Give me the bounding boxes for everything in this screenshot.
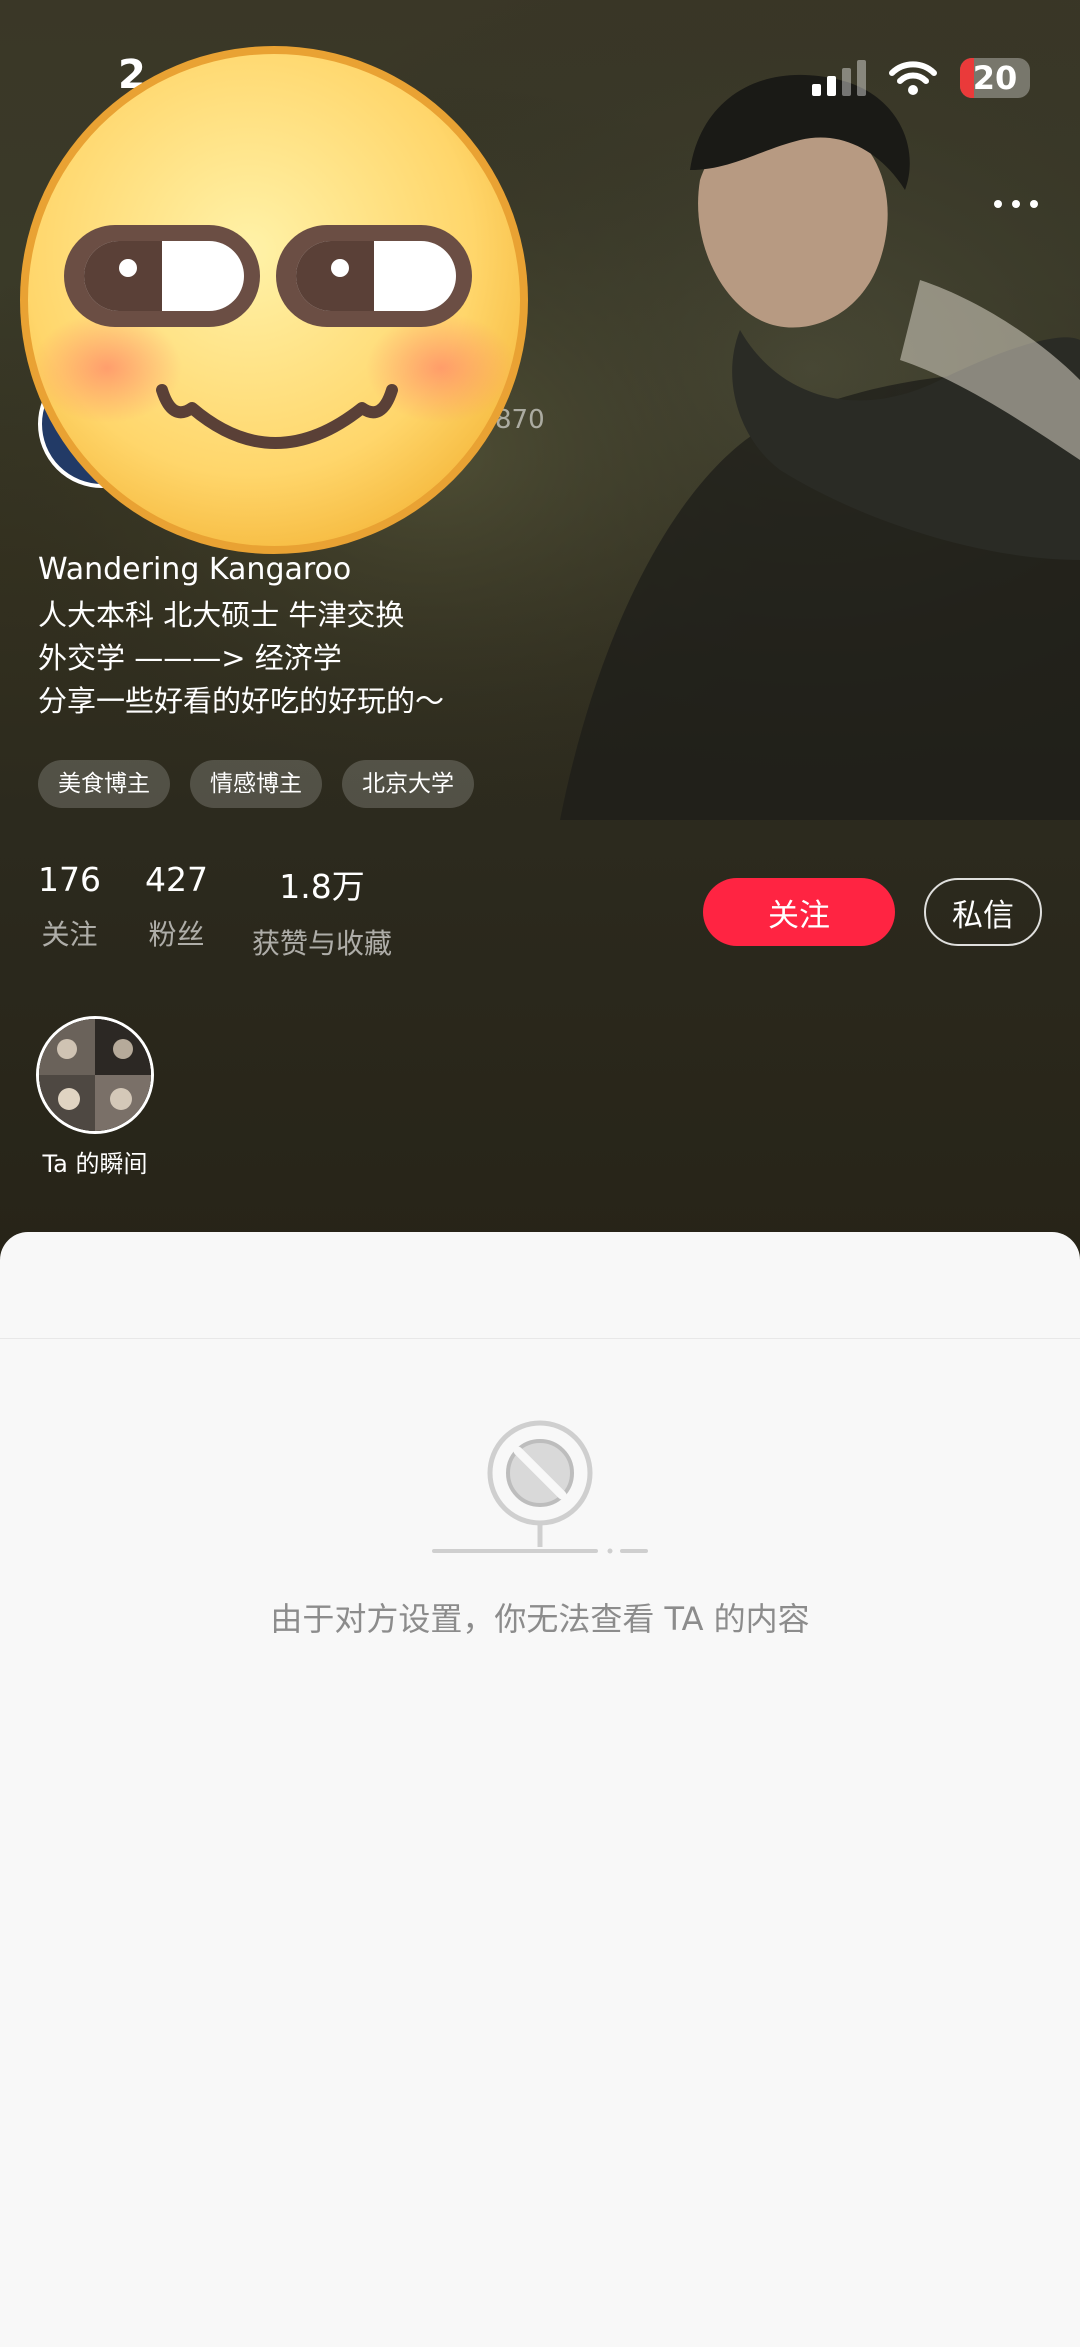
bio: 人大本科 北大硕士 牛津交换 外交学 ———> 经济学 分享一些好看的好吃的好玩… [38,594,444,723]
blocked-camera-icon [432,1420,648,1554]
profile-header: 2 20 870 Wandering Kangaroo 人大本科 北大硕士 牛津… [0,0,1080,1260]
tag-food-blogger[interactable]: 美食博主 [38,760,170,808]
more-dots-icon[interactable] [984,190,1048,218]
tag-university[interactable]: 北京大学 [342,760,474,808]
bio-line: 人大本科 北大硕士 牛津交换 [38,598,405,632]
bio-line: 外交学 ———> 经济学 [38,641,342,675]
stat-likes[interactable]: 1.8万 获赞与收藏 [252,860,392,962]
stats-row: 176 关注 427 粉丝 1.8万 获赞与收藏 [38,860,392,962]
tab-divider [0,1338,1080,1339]
stat-likes-count: 1.8万 [279,867,365,906]
follow-button[interactable]: 关注 [703,878,895,946]
stat-followers-count: 427 [145,860,208,899]
stat-followers-label: 粉丝 [148,918,205,951]
tag-emotion-blogger[interactable]: 情感博主 [190,760,322,808]
smirk-emoji-sticker [20,46,528,554]
nickname: Wandering Kangaroo [38,552,352,587]
stat-followers[interactable]: 427 粉丝 [145,860,208,962]
battery-level: 20 [972,59,1018,97]
bio-line: 分享一些好看的好吃的好玩的～ [38,684,445,718]
moments-entry[interactable]: Ta 的瞬间 [36,1016,154,1179]
content-panel: 由于对方设置，你无法查看 TA 的内容 [0,1232,1080,2347]
stat-following-count: 176 [38,860,101,899]
stat-following[interactable]: 176 关注 [38,860,101,962]
cellular-signal-icon [812,60,866,96]
message-button[interactable]: 私信 [924,878,1042,946]
moments-label: Ta 的瞬间 [42,1150,148,1178]
battery-icon: 20 [960,58,1030,98]
stat-following-label: 关注 [41,918,98,951]
tag-list: 美食博主 情感博主 北京大学 [38,760,474,808]
stat-likes-label: 获赞与收藏 [252,927,393,960]
empty-state-text: 由于对方设置，你无法查看 TA 的内容 [270,1600,810,1638]
moment-thumbnail [36,1016,154,1134]
wifi-icon [889,61,937,95]
